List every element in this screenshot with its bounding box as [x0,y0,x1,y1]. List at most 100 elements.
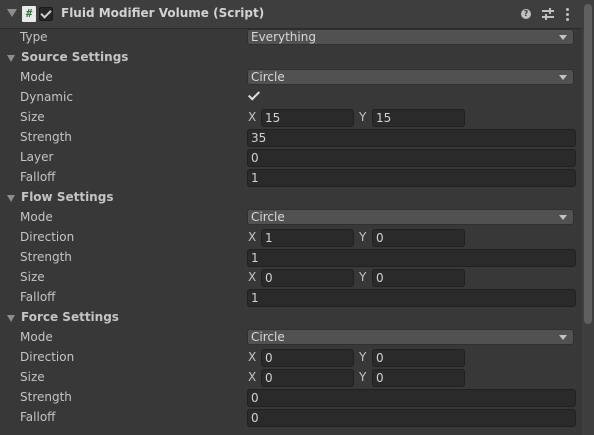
source-strength-field[interactable]: 35 [247,129,576,147]
source-settings-foldout[interactable]: Source Settings [0,48,582,68]
force-direction-label: Direction [20,350,75,364]
force-direction-x-field[interactable]: 0 [261,349,354,367]
field-value: 0 [265,351,273,365]
force-falloff-label: Falloff [20,410,56,424]
source-mode-dropdown[interactable]: Circle [247,69,574,85]
force-mode-row: Mode Circle [0,328,582,348]
field-value: 0 [265,371,273,385]
source-mode-value: Circle [251,70,285,84]
flow-mode-value: Circle [251,210,285,224]
force-mode-dropdown[interactable]: Circle [247,329,574,345]
force-size-y-field[interactable]: 0 [372,369,465,387]
force-strength-label: Strength [20,390,72,404]
field-value: 0 [376,231,384,245]
scrollbar-thumb[interactable] [584,4,592,324]
type-dropdown-value: Everything [251,30,316,44]
flow-direction-row: Direction X 1 Y 0 [0,228,582,248]
source-mode-row: Mode Circle [0,68,582,88]
flow-direction-y-field[interactable]: 0 [372,229,465,247]
flow-mode-row: Mode Circle [0,208,582,228]
foldout-arrow-icon[interactable] [7,9,17,17]
source-falloff-field[interactable]: 1 [247,169,576,187]
force-settings-title: Force Settings [21,310,119,324]
field-value: 0 [251,151,259,165]
force-mode-value: Circle [251,330,285,344]
field-value: 0 [251,391,259,405]
flow-size-label: Size [20,270,45,284]
flow-size-x-field[interactable]: 0 [261,269,354,287]
force-size-x-field[interactable]: 0 [261,369,354,387]
flow-settings-foldout[interactable]: Flow Settings [0,188,582,208]
source-mode-label: Mode [20,70,53,84]
flow-direction-x-field[interactable]: 1 [261,229,354,247]
foldout-arrow-icon[interactable] [7,195,15,202]
source-settings-title: Source Settings [21,50,129,64]
source-strength-row: Strength 35 [0,128,582,148]
flow-strength-field[interactable]: 1 [247,249,576,267]
x-label: X [248,230,257,244]
field-value: 0 [376,351,384,365]
field-value: 15 [265,111,281,125]
flow-mode-dropdown[interactable]: Circle [247,209,574,225]
vertical-scrollbar[interactable] [582,0,594,435]
flow-mode-label: Mode [20,210,53,224]
y-label: Y [359,110,367,124]
force-falloff-field[interactable]: 0 [247,409,576,427]
force-falloff-row: Falloff 0 [0,408,582,428]
force-settings-foldout[interactable]: Force Settings [0,308,582,328]
flow-size-y-field[interactable]: 0 [372,269,465,287]
chevron-down-icon [559,35,567,40]
force-mode-label: Mode [20,330,53,344]
source-size-x-field[interactable]: 15 [261,109,354,127]
force-direction-y-field[interactable]: 0 [372,349,465,367]
field-value: 1 [251,171,259,185]
inspector-panel: # Fluid Modifier Volume (Script) ? Type … [0,0,582,435]
force-size-label: Size [20,370,45,384]
flow-direction-label: Direction [20,230,75,244]
source-size-row: Size X 15 Y 15 [0,108,582,128]
component-header[interactable]: # Fluid Modifier Volume (Script) ? [0,0,582,29]
source-layer-label: Layer [20,150,54,164]
field-value: 0 [265,271,273,285]
field-value: 0 [251,411,259,425]
field-value: 1 [251,251,259,265]
kebab-menu-icon[interactable] [566,8,569,21]
field-value: 35 [251,131,267,145]
source-layer-row: Layer 0 [0,148,582,168]
field-value: 0 [376,271,384,285]
x-label: X [248,270,257,284]
flow-settings-title: Flow Settings [21,190,114,204]
chevron-down-icon [559,75,567,80]
force-size-row: Size X 0 Y 0 [0,368,582,388]
help-icon[interactable]: ? [521,9,531,19]
field-value: 0 [376,371,384,385]
chevron-down-icon [559,335,567,340]
flow-falloff-row: Falloff 1 [0,288,582,308]
component-enabled-checkbox[interactable] [39,7,53,21]
force-strength-field[interactable]: 0 [247,389,576,407]
x-label: X [248,370,257,384]
flow-strength-label: Strength [20,250,72,264]
presets-icon[interactable] [542,8,554,20]
y-label: Y [359,270,367,284]
field-value: 1 [251,291,259,305]
source-falloff-label: Falloff [20,170,56,184]
source-size-y-field[interactable]: 15 [372,109,465,127]
flow-size-row: Size X 0 Y 0 [0,268,582,288]
type-label: Type [20,30,48,44]
script-icon: # [22,6,36,22]
foldout-arrow-icon[interactable] [7,315,15,322]
source-layer-field[interactable]: 0 [247,149,576,167]
y-label: Y [359,370,367,384]
foldout-arrow-icon[interactable] [7,55,15,62]
flow-falloff-label: Falloff [20,290,56,304]
force-strength-row: Strength 0 [0,388,582,408]
flow-strength-row: Strength 1 [0,248,582,268]
force-direction-row: Direction X 0 Y 0 [0,348,582,368]
x-label: X [248,350,257,364]
type-dropdown[interactable]: Everything [247,29,574,45]
flow-falloff-field[interactable]: 1 [247,289,576,307]
field-value: 1 [265,231,273,245]
component-title: Fluid Modifier Volume (Script) [61,6,265,20]
source-dynamic-checkbox[interactable] [247,89,261,103]
